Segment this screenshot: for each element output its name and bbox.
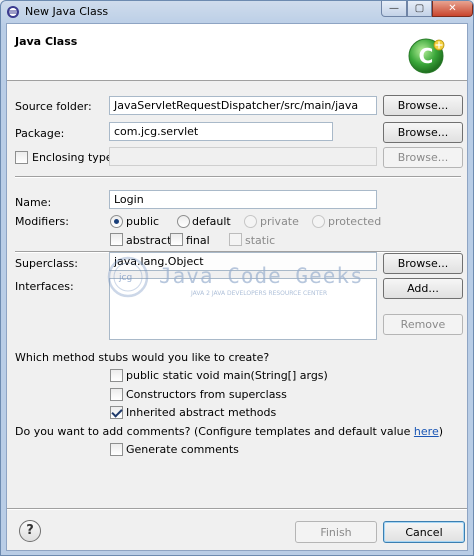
comments-question-suffix: ) xyxy=(438,425,444,438)
minimize-button[interactable]: — xyxy=(381,1,407,17)
wizard-banner: Java Class C xyxy=(7,24,467,81)
separator xyxy=(15,176,461,178)
modifier-private-label: private xyxy=(260,215,299,228)
modifier-final-checkbox[interactable] xyxy=(170,233,183,246)
window-title: New Java Class xyxy=(25,5,109,18)
modifier-public-radio[interactable] xyxy=(110,215,123,228)
modifier-default-label: default xyxy=(192,215,231,228)
stub-main-label: public static void main(String[] args) xyxy=(126,369,328,382)
comments-question-text: Do you want to add comments? (Configure … xyxy=(15,425,414,438)
generate-comments-checkbox[interactable] xyxy=(110,443,123,456)
name-label: Name: xyxy=(15,196,52,209)
source-folder-label: Source folder: xyxy=(15,100,92,113)
interfaces-remove-button[interactable]: Remove xyxy=(383,314,463,335)
title-bar: New Java Class — ▢ ✕ xyxy=(1,1,473,23)
stub-inherited-checkbox[interactable] xyxy=(110,406,123,419)
banner-title: Java Class xyxy=(15,35,78,48)
svg-text:C: C xyxy=(419,44,434,68)
stub-constructors-label: Constructors from superclass xyxy=(126,388,287,401)
configure-templates-link[interactable]: here xyxy=(414,425,439,438)
new-java-class-window: New Java Class — ▢ ✕ Java Class C Source… xyxy=(0,0,474,556)
modifier-static-label: static xyxy=(245,234,276,247)
class-name-input[interactable]: Login xyxy=(109,190,377,209)
eclipse-icon xyxy=(7,6,19,18)
enclosing-type-label: Enclosing type: xyxy=(32,151,117,164)
package-label: Package: xyxy=(15,127,65,140)
source-folder-input[interactable]: JavaServletRequestDispatcher/src/main/ja… xyxy=(109,96,377,115)
new-class-logo-icon: C xyxy=(408,38,445,74)
modifier-abstract-label: abstract xyxy=(126,234,172,247)
footer-separator xyxy=(7,508,467,510)
modifier-protected-label: protected xyxy=(328,215,382,228)
finish-button[interactable]: Finish xyxy=(295,521,377,543)
watermark-subtitle: JAVA 2 JAVA DEVELOPERS RESOURCE CENTER xyxy=(191,290,328,297)
superclass-browse-button[interactable]: Browse... xyxy=(383,253,463,274)
package-input[interactable]: com.jcg.servlet xyxy=(109,122,333,141)
enclosing-type-input[interactable] xyxy=(109,147,377,166)
stub-constructors-checkbox[interactable] xyxy=(110,388,123,401)
source-folder-browse-button[interactable]: Browse... xyxy=(383,95,463,116)
modifier-static-checkbox[interactable] xyxy=(229,233,242,246)
modifier-default-radio[interactable] xyxy=(177,215,190,228)
stub-inherited-label: Inherited abstract methods xyxy=(126,406,277,419)
superclass-label: Superclass: xyxy=(15,257,78,270)
watermark-text: Java Code Geeks xyxy=(159,264,364,288)
cancel-button[interactable]: Cancel xyxy=(383,521,465,543)
maximize-button[interactable]: ▢ xyxy=(407,1,432,17)
interfaces-label: Interfaces: xyxy=(15,280,74,293)
enclosing-type-checkbox[interactable] xyxy=(15,151,28,164)
modifier-private-radio[interactable] xyxy=(244,215,257,228)
method-stubs-question: Which method stubs would you like to cre… xyxy=(15,351,270,364)
dialog-body: Java Class C Source folder: JavaServletR… xyxy=(6,23,468,551)
modifier-abstract-checkbox[interactable] xyxy=(110,233,123,246)
comments-question: Do you want to add comments? (Configure … xyxy=(15,425,443,438)
modifiers-label: Modifiers: xyxy=(15,215,69,228)
interfaces-add-button[interactable]: Add... xyxy=(383,278,463,299)
help-icon[interactable]: ? xyxy=(19,520,41,542)
stub-main-checkbox[interactable] xyxy=(110,369,123,382)
enclosing-type-browse-button[interactable]: Browse... xyxy=(383,147,463,168)
package-browse-button[interactable]: Browse... xyxy=(383,122,463,143)
generate-comments-label: Generate comments xyxy=(126,443,239,456)
modifier-protected-radio[interactable] xyxy=(312,215,325,228)
modifier-public-label: public xyxy=(126,215,160,228)
modifier-final-label: final xyxy=(186,234,210,247)
close-button[interactable]: ✕ xyxy=(432,1,473,17)
watermark-badge: jcg xyxy=(119,273,133,283)
